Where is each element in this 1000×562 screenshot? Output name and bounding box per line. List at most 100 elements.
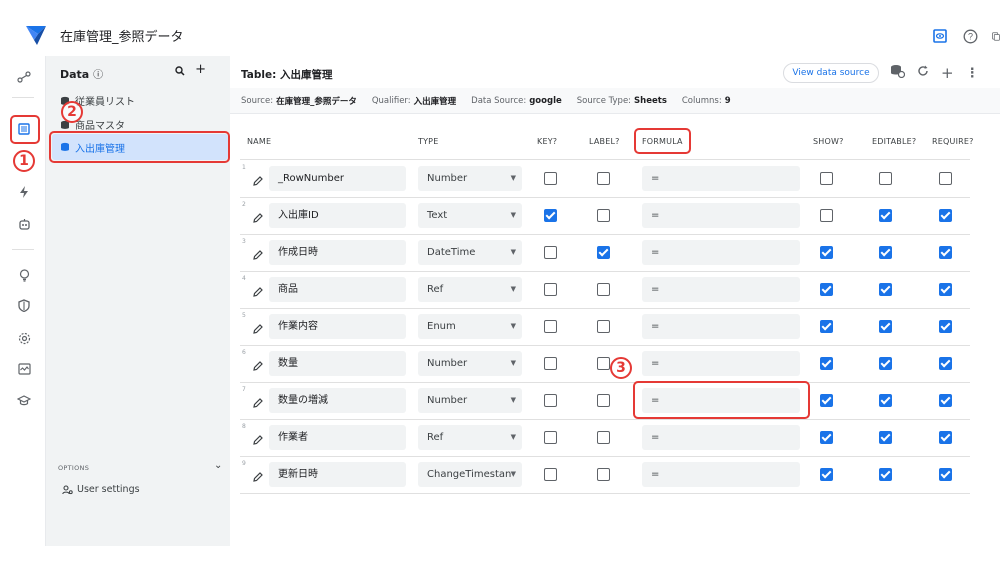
editable-checkbox[interactable] bbox=[879, 357, 892, 370]
column-formula-field[interactable]: = bbox=[642, 166, 800, 191]
label-checkbox[interactable] bbox=[597, 357, 610, 370]
preview-icon[interactable] bbox=[932, 28, 948, 44]
regenerate-schema-icon[interactable] bbox=[890, 64, 906, 82]
key-checkbox[interactable] bbox=[544, 246, 557, 259]
add-column-icon[interactable]: + bbox=[941, 64, 954, 82]
column-formula-field[interactable]: = bbox=[642, 425, 800, 450]
appsheet-logo[interactable] bbox=[24, 24, 48, 46]
app-icon[interactable] bbox=[15, 215, 33, 233]
edit-pencil-icon[interactable] bbox=[252, 394, 264, 408]
editable-checkbox[interactable] bbox=[879, 468, 892, 481]
column-name-field[interactable]: 更新日時 bbox=[269, 462, 406, 487]
key-checkbox[interactable] bbox=[544, 468, 557, 481]
edit-pencil-icon[interactable] bbox=[252, 283, 264, 297]
show-checkbox[interactable] bbox=[820, 357, 833, 370]
chevron-down-icon[interactable]: ⌄ bbox=[214, 460, 222, 471]
learn-icon[interactable] bbox=[15, 391, 33, 409]
label-checkbox[interactable] bbox=[597, 283, 610, 296]
column-name-field[interactable]: 数量の増減 bbox=[269, 388, 406, 413]
edit-pencil-icon[interactable] bbox=[252, 246, 264, 260]
show-checkbox[interactable] bbox=[820, 283, 833, 296]
security-icon[interactable] bbox=[15, 296, 33, 314]
column-type-select[interactable]: DateTime ▼ bbox=[418, 240, 522, 265]
column-name-field[interactable]: 作成日時 bbox=[269, 240, 406, 265]
require-checkbox[interactable] bbox=[939, 246, 952, 259]
label-checkbox[interactable] bbox=[597, 246, 610, 259]
show-checkbox[interactable] bbox=[820, 394, 833, 407]
column-type-select[interactable]: Text ▼ bbox=[418, 203, 522, 228]
edit-pencil-icon[interactable] bbox=[252, 357, 264, 371]
show-checkbox[interactable] bbox=[820, 172, 833, 185]
show-checkbox[interactable] bbox=[820, 320, 833, 333]
column-name-field[interactable]: 作業者 bbox=[269, 425, 406, 450]
key-checkbox[interactable] bbox=[544, 357, 557, 370]
show-checkbox[interactable] bbox=[820, 431, 833, 444]
label-checkbox[interactable] bbox=[597, 172, 610, 185]
editable-checkbox[interactable] bbox=[879, 283, 892, 296]
require-checkbox[interactable] bbox=[939, 172, 952, 185]
column-name-field[interactable]: 数量 bbox=[269, 351, 406, 376]
settings-icon[interactable] bbox=[15, 329, 33, 347]
edit-pencil-icon[interactable] bbox=[252, 172, 264, 186]
column-formula-field[interactable]: = bbox=[642, 240, 800, 265]
column-type-select[interactable]: Number ▼ bbox=[418, 166, 522, 191]
require-checkbox[interactable] bbox=[939, 283, 952, 296]
label-checkbox[interactable] bbox=[597, 431, 610, 444]
key-checkbox[interactable] bbox=[544, 283, 557, 296]
key-checkbox[interactable] bbox=[544, 209, 557, 222]
edit-pencil-icon[interactable] bbox=[252, 320, 264, 334]
column-type-select[interactable]: Enum ▼ bbox=[418, 314, 522, 339]
require-checkbox[interactable] bbox=[939, 431, 952, 444]
info-icon[interactable]: ⓘ bbox=[93, 70, 103, 81]
view-data-source-button[interactable]: View data source bbox=[783, 63, 879, 83]
column-formula-field[interactable]: = bbox=[642, 351, 800, 376]
edit-pencil-icon[interactable] bbox=[252, 468, 264, 482]
editable-checkbox[interactable] bbox=[879, 209, 892, 222]
refresh-icon[interactable] bbox=[917, 65, 929, 81]
column-formula-field[interactable]: = bbox=[642, 462, 800, 487]
source-value[interactable]: 在庫管理_参照データ bbox=[276, 95, 357, 107]
column-type-select[interactable]: Ref ▼ bbox=[418, 425, 522, 450]
label-checkbox[interactable] bbox=[597, 320, 610, 333]
column-formula-field[interactable]: = bbox=[642, 203, 800, 228]
key-checkbox[interactable] bbox=[544, 320, 557, 333]
column-name-field[interactable]: 商品 bbox=[269, 277, 406, 302]
add-table-icon[interactable]: + bbox=[195, 63, 206, 80]
require-checkbox[interactable] bbox=[939, 357, 952, 370]
column-type-select[interactable]: Number ▼ bbox=[418, 388, 522, 413]
key-checkbox[interactable] bbox=[544, 172, 557, 185]
edit-pencil-icon[interactable] bbox=[252, 431, 264, 445]
column-formula-field[interactable]: = bbox=[642, 314, 800, 339]
editable-checkbox[interactable] bbox=[879, 246, 892, 259]
copy-icon[interactable] bbox=[992, 28, 1000, 44]
more-vert-icon[interactable]: ⋮ bbox=[966, 66, 979, 81]
key-checkbox[interactable] bbox=[544, 431, 557, 444]
user-settings-link[interactable]: User settings bbox=[62, 484, 140, 495]
show-checkbox[interactable] bbox=[820, 246, 833, 259]
editable-checkbox[interactable] bbox=[879, 431, 892, 444]
label-checkbox[interactable] bbox=[597, 394, 610, 407]
require-checkbox[interactable] bbox=[939, 394, 952, 407]
label-checkbox[interactable] bbox=[597, 209, 610, 222]
insights-icon[interactable] bbox=[15, 266, 33, 284]
monitor-icon[interactable] bbox=[15, 360, 33, 378]
editable-checkbox[interactable] bbox=[879, 320, 892, 333]
app-title[interactable]: 在庫管理_参照データ bbox=[60, 26, 184, 45]
column-type-select[interactable]: ChangeTimestan ▼ bbox=[418, 462, 522, 487]
column-type-select[interactable]: Ref ▼ bbox=[418, 277, 522, 302]
column-name-field[interactable]: _RowNumber bbox=[269, 166, 406, 191]
automation-icon[interactable] bbox=[15, 183, 33, 201]
show-checkbox[interactable] bbox=[820, 209, 833, 222]
column-name-field[interactable]: 入出庫ID bbox=[269, 203, 406, 228]
key-checkbox[interactable] bbox=[544, 394, 557, 407]
column-type-select[interactable]: Number ▼ bbox=[418, 351, 522, 376]
editable-checkbox[interactable] bbox=[879, 172, 892, 185]
require-checkbox[interactable] bbox=[939, 320, 952, 333]
editable-checkbox[interactable] bbox=[879, 394, 892, 407]
require-checkbox[interactable] bbox=[939, 468, 952, 481]
label-checkbox[interactable] bbox=[597, 468, 610, 481]
show-checkbox[interactable] bbox=[820, 468, 833, 481]
edit-pencil-icon[interactable] bbox=[252, 209, 264, 223]
column-name-field[interactable]: 作業内容 bbox=[269, 314, 406, 339]
require-checkbox[interactable] bbox=[939, 209, 952, 222]
